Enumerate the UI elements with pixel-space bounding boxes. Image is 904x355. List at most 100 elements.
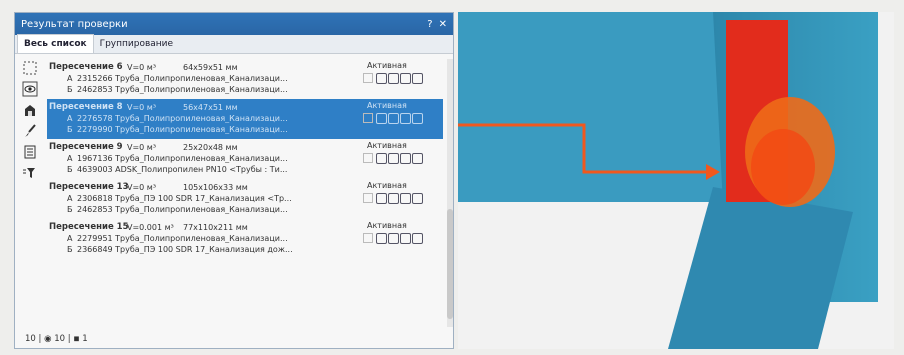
clash-name: Пересечение 15 bbox=[49, 222, 129, 232]
panel-titlebar: Результат проверки ? ✕ bbox=[15, 13, 453, 35]
status-box[interactable] bbox=[388, 193, 399, 204]
select-box-icon[interactable] bbox=[20, 59, 40, 77]
clash-name: Пересечение 13 bbox=[49, 182, 129, 192]
report-icon[interactable] bbox=[20, 143, 40, 161]
status-box[interactable] bbox=[388, 233, 399, 244]
status-box[interactable] bbox=[400, 193, 411, 204]
clash-volume: V=0 м³ bbox=[127, 182, 157, 192]
element-text: 2306818 Труба_ПЭ 100 SDR 17_Канализация … bbox=[77, 194, 292, 203]
hidden-count: 1 bbox=[82, 334, 88, 344]
status-box[interactable] bbox=[376, 233, 387, 244]
help-button[interactable]: ? bbox=[427, 19, 432, 30]
status-checkbox[interactable] bbox=[363, 113, 373, 123]
panel-statusbar: 10 | ◉ 10 | ◾ 1 bbox=[25, 334, 88, 344]
status-box[interactable] bbox=[388, 73, 399, 84]
clash-name: Пересечение 8 bbox=[49, 102, 123, 112]
toolstrip bbox=[19, 59, 43, 185]
status-box[interactable] bbox=[400, 233, 411, 244]
close-button[interactable]: ✕ bbox=[439, 19, 447, 30]
hidden-marker-icon: ◾ bbox=[73, 334, 80, 344]
status-box[interactable] bbox=[400, 73, 411, 84]
check-results-panel: Результат проверки ? ✕ Весь список Групп… bbox=[14, 12, 454, 349]
element-letter: А bbox=[67, 114, 73, 123]
clash-group[interactable]: Пересечение 6 V=0 м³ 64x59x51 мм Активна… bbox=[47, 59, 443, 99]
clash-name: Пересечение 6 bbox=[49, 62, 123, 72]
status-box[interactable] bbox=[412, 73, 423, 84]
visible-count: 10 bbox=[54, 334, 66, 344]
clash-group[interactable]: Пересечение 13 V=0 м³ 105x106x33 мм Акти… bbox=[47, 179, 443, 219]
clash-size: 25x20x48 мм bbox=[183, 142, 238, 152]
clash-status: Активная bbox=[367, 181, 407, 190]
status-box[interactable] bbox=[376, 113, 387, 124]
status-box[interactable] bbox=[376, 193, 387, 204]
element-text: 1967136 Труба_Полипропиленовая_Канализац… bbox=[77, 154, 288, 163]
eye-icon[interactable] bbox=[20, 80, 40, 98]
status-box[interactable] bbox=[388, 113, 399, 124]
clash-size: 105x106x33 мм bbox=[183, 182, 248, 192]
tab-full-list[interactable]: Весь список bbox=[17, 34, 94, 53]
status-box[interactable] bbox=[388, 153, 399, 164]
element-letter: А bbox=[67, 234, 73, 243]
clash-status: Активная bbox=[367, 101, 407, 110]
clash-group-selected[interactable]: Пересечение 8 V=0 м³ 56x47x51 мм Активна… bbox=[47, 99, 443, 139]
status-boxes bbox=[363, 113, 423, 124]
status-boxes bbox=[363, 233, 423, 244]
panel-title: Результат проверки bbox=[21, 18, 128, 30]
status-box[interactable] bbox=[412, 113, 423, 124]
element-letter: Б bbox=[67, 245, 73, 254]
tab-grouping[interactable]: Группирование bbox=[94, 35, 179, 53]
clash-element-b[interactable]: Б 2279990 Труба_Полипропиленовая_Канализа… bbox=[49, 124, 443, 135]
model-viewport[interactable] bbox=[458, 12, 894, 349]
status-boxes bbox=[363, 193, 423, 204]
clash-group[interactable]: Пересечение 9 V=0 м³ 25x20x48 мм Активна… bbox=[47, 139, 443, 179]
home-view-icon[interactable] bbox=[20, 101, 40, 119]
clash-volume: V=0 м³ bbox=[127, 102, 157, 112]
clash-size: 77x110x211 мм bbox=[183, 222, 248, 232]
element-text: 2462853 Труба_Полипропиленовая_Канализац… bbox=[77, 85, 288, 94]
status-box[interactable] bbox=[400, 153, 411, 164]
status-boxes bbox=[363, 73, 423, 84]
element-letter: Б bbox=[67, 205, 73, 214]
element-letter: А bbox=[67, 74, 73, 83]
element-text: 2279990 Труба_Полипропиленовая_Канализац… bbox=[77, 125, 288, 134]
clash-element-b[interactable]: Б 2462853 Труба_Полипропиленовая_Канализа… bbox=[49, 84, 443, 95]
element-text: 2279951 Труба_Полипропиленовая_Канализац… bbox=[77, 234, 288, 243]
filter-icon[interactable] bbox=[20, 164, 40, 182]
status-checkbox[interactable] bbox=[363, 153, 373, 163]
clash-volume: V=0 м³ bbox=[127, 62, 157, 72]
status-box[interactable] bbox=[412, 233, 423, 244]
status-box[interactable] bbox=[412, 153, 423, 164]
screenshot-frame: Результат проверки ? ✕ Весь список Групп… bbox=[0, 0, 904, 355]
vertical-scrollbar[interactable] bbox=[447, 59, 453, 327]
tab-strip: Весь список Группирование bbox=[15, 34, 453, 54]
status-checkbox[interactable] bbox=[363, 233, 373, 243]
status-box[interactable] bbox=[376, 73, 387, 84]
element-text: 2276578 Труба_Полипропиленовая_Канализац… bbox=[77, 114, 288, 123]
scrollbar-thumb[interactable] bbox=[447, 209, 453, 319]
pipe-model-render bbox=[458, 12, 894, 349]
status-box[interactable] bbox=[400, 113, 411, 124]
element-text: 2315266 Труба_Полипропиленовая_Канализац… bbox=[77, 74, 288, 83]
clash-element-b[interactable]: Б 2462853 Труба_Полипропиленовая_Канализа… bbox=[49, 204, 443, 215]
clash-size: 56x47x51 мм bbox=[183, 102, 238, 112]
element-text: 2366849 Труба_ПЭ 100 SDR 17_Канализация … bbox=[77, 245, 293, 254]
clash-element-b[interactable]: Б 4639003 ADSK_Полипропилен PN10 <Трубы :… bbox=[49, 164, 443, 175]
clash-group[interactable]: Пересечение 15 V=0.001 м³ 77x110x211 мм … bbox=[47, 219, 443, 259]
status-box[interactable] bbox=[376, 153, 387, 164]
status-checkbox[interactable] bbox=[363, 73, 373, 83]
clash-status: Активная bbox=[367, 221, 407, 230]
status-checkbox[interactable] bbox=[363, 193, 373, 203]
clash-status: Активная bbox=[367, 61, 407, 70]
element-letter: А bbox=[67, 194, 73, 203]
element-letter: Б bbox=[67, 125, 73, 134]
clash-volume: V=0 м³ bbox=[127, 142, 157, 152]
brush-icon[interactable] bbox=[20, 122, 40, 140]
element-letter: А bbox=[67, 154, 73, 163]
clash-size: 64x59x51 мм bbox=[183, 62, 238, 72]
element-letter: Б bbox=[67, 85, 73, 94]
clash-list: Пересечение 6 V=0 м³ 64x59x51 мм Активна… bbox=[47, 59, 443, 325]
status-box[interactable] bbox=[412, 193, 423, 204]
clash-element-b[interactable]: Б 2366849 Труба_ПЭ 100 SDR 17_Канализация… bbox=[49, 244, 443, 255]
clash-volume: V=0.001 м³ bbox=[127, 222, 174, 232]
element-letter: Б bbox=[67, 165, 73, 174]
